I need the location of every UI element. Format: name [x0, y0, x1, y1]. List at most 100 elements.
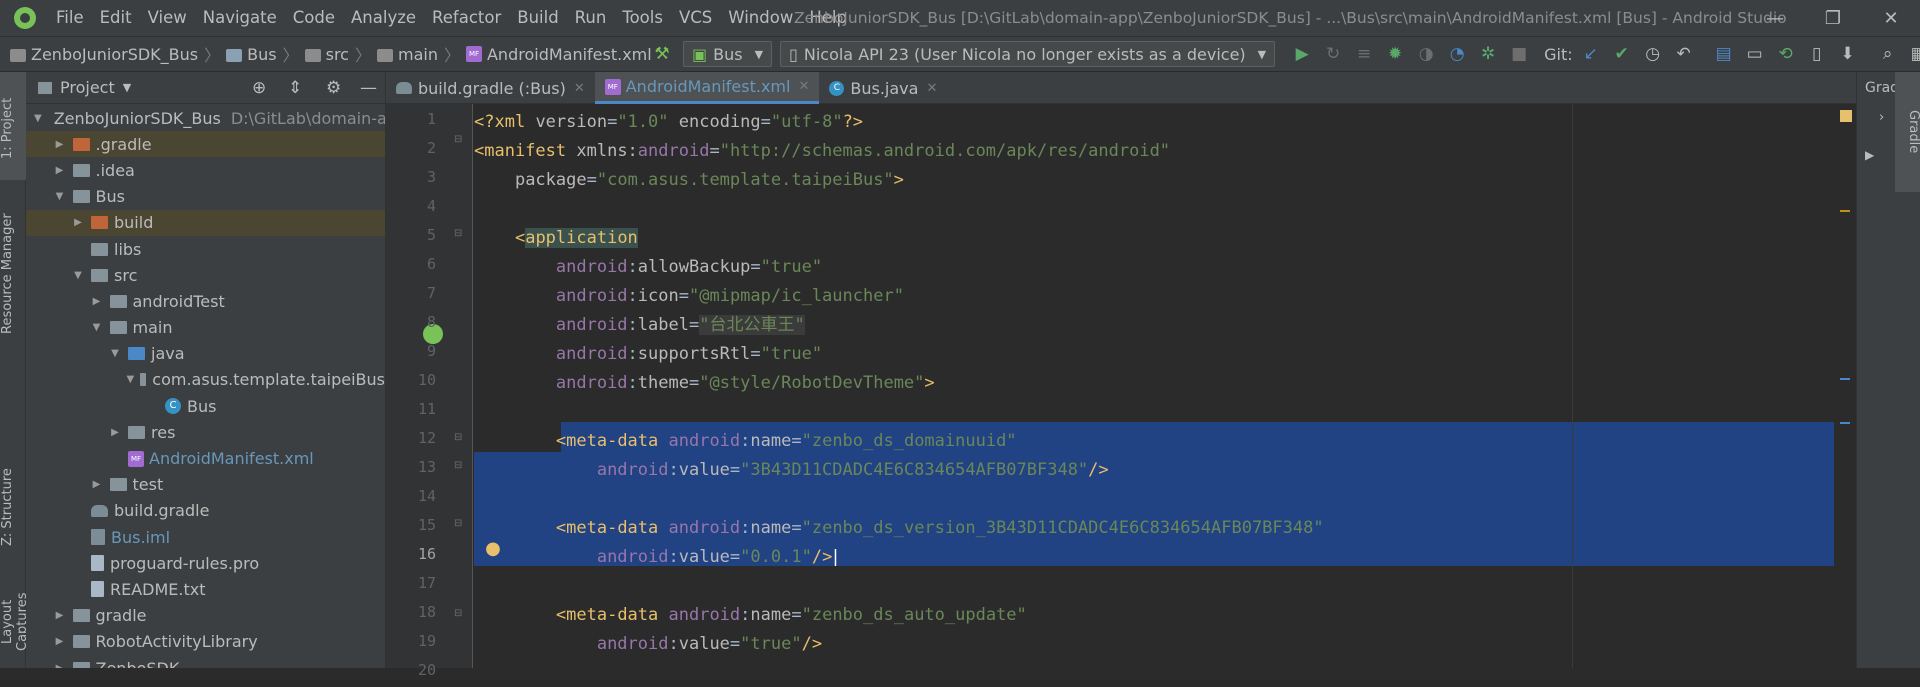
tree-item[interactable]: ▶ androidTest: [26, 288, 385, 314]
tree-item[interactable]: README.txt: [26, 576, 385, 602]
editor-tab[interactable]: MF AndroidManifest.xml ✕: [594, 72, 820, 104]
chevron-right-icon[interactable]: ▶: [53, 165, 67, 176]
tree-item[interactable]: ▶ test: [26, 472, 385, 498]
tree-item[interactable]: ▶ .idea: [26, 157, 385, 183]
resource-manager-tool-tab[interactable]: Resource Manager: [0, 204, 26, 344]
menu-code[interactable]: Code: [285, 0, 343, 36]
menu-run[interactable]: Run: [567, 0, 615, 36]
fold-icon[interactable]: ⊟: [454, 134, 462, 145]
tree-item[interactable]: ▼ Bus: [26, 184, 385, 210]
stop-icon[interactable]: ■: [1506, 41, 1532, 67]
lightbulb-icon[interactable]: ●: [480, 538, 506, 564]
settings-icon[interactable]: ▦: [1906, 41, 1920, 67]
sync-gradle-icon[interactable]: ⟲: [1773, 41, 1799, 67]
fold-icon[interactable]: ⊟: [454, 608, 462, 619]
profile-icon[interactable]: ◔: [1444, 41, 1470, 67]
chevron-right-icon[interactable]: ▶: [53, 636, 67, 647]
warning-indicator-icon[interactable]: [1840, 110, 1852, 122]
tree-item[interactable]: ▶ .gradle: [26, 131, 385, 158]
layout-captures-tool-tab[interactable]: Layout Captures: [0, 572, 30, 672]
error-stripe-mark[interactable]: [1840, 210, 1850, 212]
close-tab-icon[interactable]: ✕: [574, 81, 585, 96]
git-history-icon[interactable]: ◷: [1640, 41, 1666, 67]
menu-file[interactable]: File: [48, 0, 92, 36]
tree-item[interactable]: ▶ build: [26, 209, 385, 236]
chevron-down-icon[interactable]: ▼: [108, 348, 122, 359]
breadcrumb-item[interactable]: ZenboJuniorSDK_Bus: [31, 45, 198, 64]
chevron-right-icon[interactable]: ▶: [108, 427, 122, 438]
project-panel-title[interactable]: Project: [60, 78, 115, 97]
structure-tool-tab[interactable]: Z: Structure: [0, 432, 26, 582]
tree-item[interactable]: MF AndroidManifest.xml: [26, 445, 385, 471]
error-stripe-mark[interactable]: [1840, 378, 1850, 380]
close-tab-icon[interactable]: ✕: [926, 81, 937, 96]
coverage-icon[interactable]: ◑: [1413, 41, 1439, 67]
apply-code-changes-icon[interactable]: ≡: [1351, 41, 1377, 67]
menu-refactor[interactable]: Refactor: [424, 0, 509, 36]
chevron-right-icon[interactable]: ›: [1879, 110, 1884, 125]
project-structure-icon[interactable]: ▤: [1711, 41, 1737, 67]
collapse-all-icon[interactable]: ⇕: [288, 78, 302, 98]
tree-item[interactable]: ▼ ZenboJuniorSDK_Bus D:\GitLab\domain-app: [26, 105, 385, 131]
tree-item[interactable]: build.gradle: [26, 498, 385, 524]
tree-item[interactable]: Bus.iml: [26, 524, 385, 550]
menu-edit[interactable]: Edit: [92, 0, 140, 36]
tree-item[interactable]: proguard-rules.pro: [26, 550, 385, 576]
chevron-down-icon[interactable]: ▼: [127, 374, 135, 385]
run-icon[interactable]: ▶: [1289, 41, 1315, 67]
apply-changes-icon[interactable]: ↻: [1320, 41, 1346, 67]
git-commit-icon[interactable]: ✔: [1609, 41, 1635, 67]
gradle-tool-tab[interactable]: Gradle: [1895, 102, 1920, 162]
breadcrumb-item[interactable]: AndroidManifest.xml: [487, 45, 652, 64]
run-task-icon[interactable]: ▶: [1865, 148, 1874, 162]
menu-view[interactable]: View: [140, 0, 195, 36]
minimize-button[interactable]: —: [1746, 0, 1804, 36]
chevron-down-icon[interactable]: ▼: [71, 270, 85, 281]
search-icon[interactable]: ⌕: [1875, 41, 1901, 67]
chevron-down-icon[interactable]: ▼: [123, 81, 131, 94]
menu-analyze[interactable]: Analyze: [343, 0, 424, 36]
fold-icon[interactable]: ⊟: [454, 228, 462, 239]
chevron-right-icon[interactable]: ▶: [90, 479, 104, 490]
chevron-right-icon[interactable]: ▶: [71, 217, 85, 228]
tree-item[interactable]: ▼ src: [26, 262, 385, 288]
hammer-build-icon[interactable]: ⚒: [649, 41, 675, 67]
close-tab-icon[interactable]: ✕: [798, 79, 809, 94]
menu-vcs[interactable]: VCS: [671, 0, 720, 36]
menu-navigate[interactable]: Navigate: [195, 0, 285, 36]
hide-panel-icon[interactable]: —: [360, 78, 377, 98]
device-select[interactable]: ▯ Nicola API 23 (User Nicola no longer ex…: [780, 41, 1276, 67]
chevron-right-icon[interactable]: ▶: [53, 139, 67, 150]
tree-item[interactable]: ▶ gradle: [26, 603, 385, 629]
breadcrumb-item[interactable]: Bus: [247, 45, 276, 64]
close-button[interactable]: ✕: [1862, 0, 1920, 36]
attach-debugger-icon[interactable]: ✲: [1475, 41, 1501, 67]
git-rollback-icon[interactable]: ↶: [1671, 41, 1697, 67]
sdk-manager-icon[interactable]: ⬇: [1835, 41, 1861, 67]
editor-scrollbar[interactable]: [1834, 104, 1856, 668]
run-config-select[interactable]: ▣ Bus ▼: [683, 41, 773, 67]
chevron-down-icon[interactable]: ▼: [90, 322, 104, 333]
fold-icon[interactable]: ⊟: [454, 518, 462, 529]
tree-item[interactable]: ▼ java: [26, 341, 385, 367]
editor-tab[interactable]: build.gradle (:Bus) ✕: [386, 72, 595, 104]
tree-item[interactable]: ▼ com.asus.template.taipeiBus: [26, 367, 386, 393]
fold-icon[interactable]: ⊟: [454, 432, 462, 443]
chevron-down-icon[interactable]: ▼: [53, 191, 67, 202]
error-stripe-mark[interactable]: [1840, 422, 1850, 424]
tree-item[interactable]: ▼ main: [26, 315, 385, 341]
chevron-down-icon[interactable]: ▼: [34, 113, 42, 124]
breadcrumb-item[interactable]: src: [326, 45, 349, 64]
avd-manager-icon[interactable]: ▭: [1742, 41, 1768, 67]
menu-build[interactable]: Build: [509, 0, 566, 36]
chevron-right-icon[interactable]: ▶: [53, 663, 67, 668]
tree-item[interactable]: libs: [26, 236, 385, 262]
menu-window[interactable]: Window: [720, 0, 801, 36]
restore-button[interactable]: ❐: [1804, 0, 1862, 36]
menu-tools[interactable]: Tools: [614, 0, 671, 36]
project-tool-tab[interactable]: 1: Project: [0, 82, 26, 174]
tree-item[interactable]: ▶ ZenboSDK: [26, 655, 385, 668]
editor-tab[interactable]: C Bus.java ✕: [819, 72, 947, 104]
chevron-right-icon[interactable]: ▶: [53, 610, 67, 621]
tree-item[interactable]: C Bus: [26, 393, 385, 419]
